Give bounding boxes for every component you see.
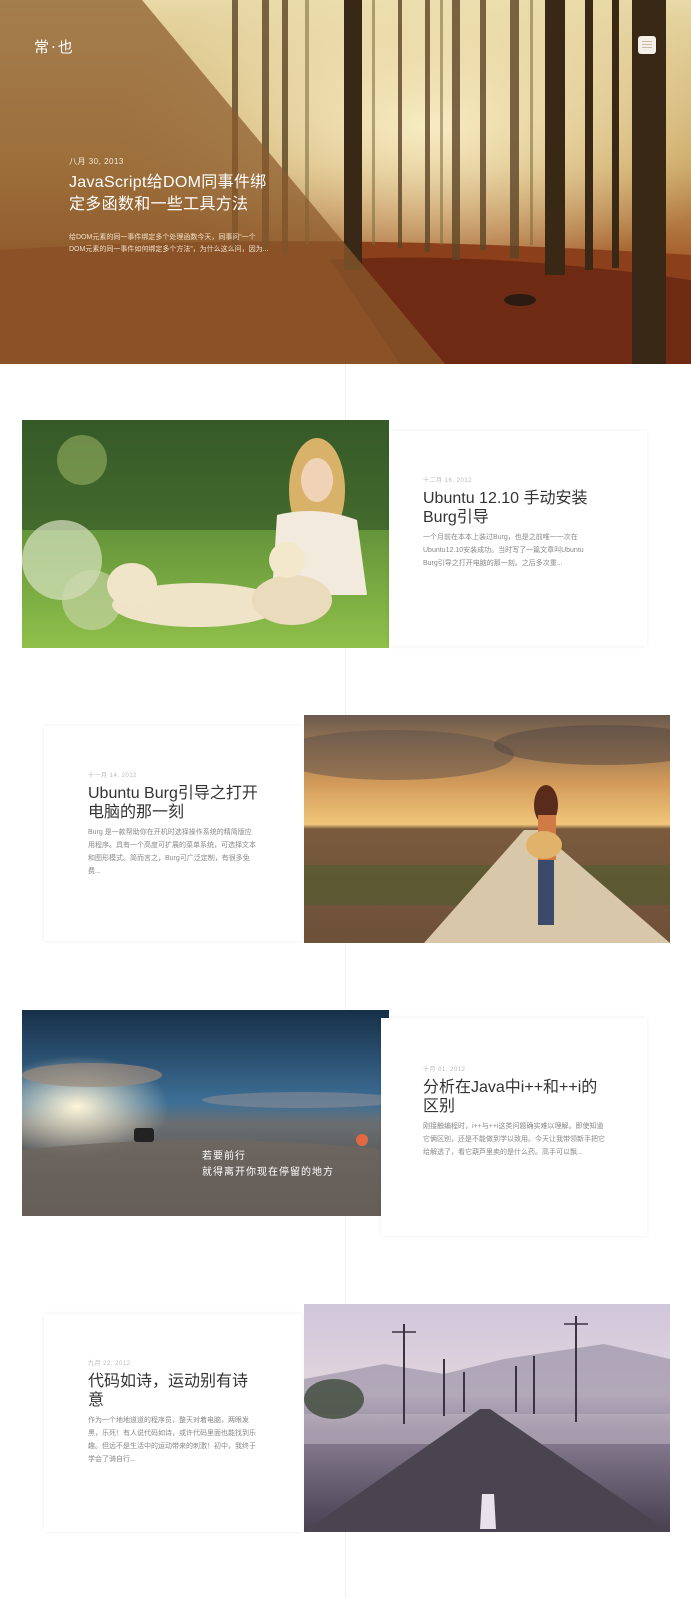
image-quote-line-2: 就得离开你现在停留的地方 xyxy=(202,1167,334,1178)
post-thumbnail-girl-with-dogs[interactable] xyxy=(22,420,389,648)
post-date: 十一月 14, 2012 xyxy=(88,773,138,779)
post-excerpt: Burg 是一款帮助你在开机时选择操作系统的精简版应用程序。具有一个高度可扩展的… xyxy=(88,829,256,875)
menu-line xyxy=(642,44,652,45)
hero-post-excerpt: 给DOM元素的同一事件绑定多个处理函数今天，同事问“一个DOM元素的同一事件如何… xyxy=(69,234,269,253)
post-date: 十二月 16, 2012 xyxy=(423,478,473,484)
post-title[interactable]: 代码如诗，运动别有诗意 xyxy=(88,1372,258,1410)
image-quote-line-1: 若要前行 xyxy=(202,1151,246,1162)
featured-post-hero[interactable]: 常·也 八月 30, 2013 JavaScript给DOM同事件绑定多函数和一… xyxy=(0,0,691,364)
post-date: 九月 22, 2012 xyxy=(88,1361,131,1367)
post-thumbnail-sunset-road[interactable]: 若要前行 就得离开你现在停留的地方 xyxy=(22,1010,389,1216)
site-logo[interactable]: 常·也 xyxy=(34,36,75,57)
post-title[interactable]: Ubuntu 12.10 手动安装Burg引导 xyxy=(423,489,613,527)
post-date: 十月 01, 2012 xyxy=(423,1067,466,1073)
post-card: 十月 01, 2012 分析在Java中i++和++i的区别 刚接触编程时，i+… xyxy=(381,1018,647,1236)
post-excerpt: 一个月前在本本上装过Burg，也是之前唯一一次在Ubuntu12.10安装成功。… xyxy=(423,534,584,567)
post-title[interactable]: 分析在Java中i++和++i的区别 xyxy=(423,1078,603,1116)
post-thumbnail-empty-road[interactable] xyxy=(304,1304,670,1532)
hamburger-menu-icon[interactable] xyxy=(638,36,656,54)
hero-post-date: 八月 30, 2013 xyxy=(69,157,124,166)
post-card: 十二月 16, 2012 Ubuntu 12.10 手动安装Burg引导 一个月… xyxy=(389,431,647,646)
post-excerpt: 作为一个地地道道的程序员，整天对着电脑，两眼发黑，乐死！有人说代码如诗，或许代码… xyxy=(88,1417,256,1463)
menu-line xyxy=(642,47,652,48)
hero-post-title[interactable]: JavaScript给DOM同事件绑定多函数和一些工具方法 xyxy=(69,172,274,216)
post-thumbnail-girl-with-guitar[interactable] xyxy=(304,715,670,943)
post-excerpt: 刚接触编程时，i++与++i这类问题确实难以理解。即使知道它俩区别，还是不能做到… xyxy=(423,1123,605,1156)
menu-line xyxy=(642,41,652,42)
post-card: 十一月 14, 2012 Ubuntu Burg引导之打开电脑的那一刻 Burg… xyxy=(44,726,302,941)
post-title[interactable]: Ubuntu Burg引导之打开电脑的那一刻 xyxy=(88,784,268,822)
post-card: 九月 22, 2012 代码如诗，运动别有诗意 作为一个地地道道的程序员，整天对… xyxy=(44,1314,302,1532)
